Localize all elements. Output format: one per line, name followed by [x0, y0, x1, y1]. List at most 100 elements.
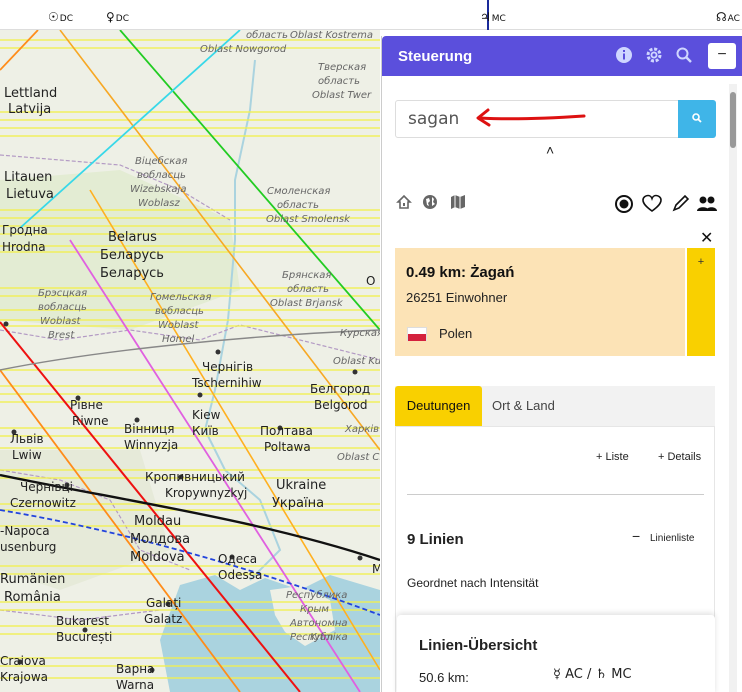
- map-label-kharkiv-obl: Oblast Ch: [337, 452, 380, 463]
- scrollbar-thumb[interactable]: [730, 92, 736, 148]
- map-label-lwiw: Lwiw: [12, 448, 42, 462]
- map-label-grodna: Гродна: [2, 223, 48, 237]
- overview-planet-angles: ☿ AC / ♄ MC: [553, 667, 632, 682]
- map-label-galatz: Galatz: [144, 612, 183, 626]
- map-label-lettland: Lettland: [4, 86, 58, 101]
- map-label-kharkiv-ua: Харків: [345, 424, 380, 435]
- mode-toolbar: [396, 194, 718, 220]
- city-dot: [197, 392, 203, 398]
- city-dot: [352, 369, 358, 375]
- map-label-varna-bg: Варна: [116, 662, 155, 676]
- map-label-odesa-ua: Одеса: [218, 552, 258, 566]
- map-label-kyiv-ua: Київ: [192, 424, 219, 438]
- map-label-kropyvnytskyi-ua: Кропивницький: [145, 470, 245, 484]
- map-label-moldau: Moldau: [134, 514, 182, 529]
- map-label-bryansk-ru: Брянская: [282, 270, 332, 281]
- collapse-caret-icon[interactable]: ˄: [546, 142, 554, 158]
- heart-icon[interactable]: [642, 194, 662, 219]
- jupiter-mc-marker[interactable]: ♃MC: [480, 10, 506, 24]
- close-result-button[interactable]: ✕: [700, 228, 713, 248]
- tab-ort-und-land[interactable]: Ort & Land: [492, 386, 555, 426]
- map-label-krajowa: Krajowa: [0, 670, 48, 684]
- search-submit-button[interactable]: [678, 100, 716, 138]
- map-label-brest-ru: Брэсцкая: [38, 288, 88, 299]
- map-label-m: M: [372, 562, 380, 576]
- pencil-icon[interactable]: [670, 194, 690, 219]
- map-icon[interactable]: [450, 194, 466, 215]
- map-label-vitebsk-de: Wizebskaja: [130, 184, 187, 195]
- map-label-belarus-ru2: Беларусь: [100, 266, 164, 281]
- add-details-button[interactable]: + Details: [658, 451, 701, 463]
- map-label-belgorod-ru: Белгород: [310, 382, 371, 396]
- map-label-napoca: -Napoca: [0, 524, 50, 538]
- map-label-brest-ru2: вобласць: [38, 302, 87, 313]
- map-label-winnyzja: Winnyzja: [124, 438, 179, 452]
- map-label-ukraine: Ukraine: [276, 478, 327, 493]
- red-arrow-annotation: [476, 108, 586, 127]
- panel-scrollbar[interactable]: [729, 84, 737, 692]
- search-icon[interactable]: [674, 46, 694, 66]
- astro-map-app: ☉DC ♀DC ♃MC ☊AC Lettland Latvija Litauen…: [0, 0, 742, 692]
- location-result-card[interactable]: 0.49 km: Żagań 26251 Einwohner Polen: [395, 248, 685, 356]
- tab-deutungen[interactable]: Deutungen: [395, 386, 482, 426]
- map-label-belgorod: Belgorod: [314, 398, 368, 412]
- map-label-bukarest: Bukarest: [56, 614, 109, 628]
- city-dot: [215, 349, 221, 355]
- result-title: 0.49 km: Żagań: [406, 264, 515, 281]
- map-label-poltawa: Poltawa: [264, 440, 311, 454]
- lines-sort-label: Geordnet nach Intensität: [407, 576, 539, 590]
- lines-list-link[interactable]: Linienliste: [650, 533, 694, 544]
- lines-overview-card: Linien-Übersicht 50.6 km: ☿ AC / ♄ MC: [397, 615, 715, 692]
- map-label-bucuresti: București: [56, 630, 113, 644]
- sun-dc-marker[interactable]: ☉DC: [48, 10, 73, 24]
- map-label-kursk-de: Oblast Ku: [333, 356, 380, 367]
- map-label-tver-ru2: область: [318, 76, 361, 87]
- map-label-galati-ro: Galați: [146, 596, 182, 610]
- map-label-smolensk-ru: Смоленская: [267, 186, 331, 197]
- control-panel: Steuerung − ˄: [381, 36, 742, 692]
- overview-distance: 50.6 km:: [419, 670, 469, 685]
- planet-line-strip: ☉DC ♀DC ♃MC ☊AC: [0, 0, 742, 30]
- collapse-lines-button[interactable]: −: [632, 528, 640, 544]
- map-label-brest-de: Woblast: [40, 316, 81, 327]
- map-label-rivne: Riwne: [72, 414, 109, 428]
- tab-content: + Liste + Details 9 Linien − Linienliste…: [395, 426, 715, 692]
- minimize-button[interactable]: −: [708, 43, 736, 69]
- map-label-lviv-ua: Львів: [10, 432, 44, 446]
- home-icon[interactable]: [396, 194, 412, 215]
- map-label-bryansk-de: Oblast Brjansk: [270, 298, 343, 309]
- panel-title: Steuerung: [398, 48, 473, 65]
- city-dot: [3, 321, 9, 327]
- target-icon[interactable]: [614, 194, 634, 219]
- map-label-tschernihiw: Tschernihiw: [192, 376, 262, 390]
- map-label-belarus-ru: Беларусь: [100, 248, 164, 263]
- globe-icon[interactable]: [422, 194, 438, 215]
- section-divider: [407, 494, 704, 495]
- map-label-homel-ru2: вобласць: [155, 306, 204, 317]
- overview-title: Linien-Übersicht: [419, 637, 538, 654]
- add-list-button[interactable]: + Liste: [596, 451, 629, 463]
- map-label-novgorod-ru: область: [246, 30, 289, 41]
- gear-icon[interactable]: [644, 46, 664, 66]
- map-label-tver-de: Oblast Twer: [312, 90, 372, 101]
- map-label-vitebsk-ru: Віцебская: [135, 156, 188, 167]
- map-label-kiew: Kiew: [192, 408, 221, 422]
- node-ac-marker[interactable]: ☊AC: [716, 10, 740, 24]
- map-label-vitebsk-de2: Woblasz: [138, 198, 180, 209]
- map-label-czernowitz: Czernowitz: [10, 496, 76, 510]
- map-label-krym-ua: Автономна: [290, 618, 348, 629]
- map-label-moldova-ro: Молдова: [130, 532, 191, 547]
- result-population: 26251 Einwohner: [406, 290, 508, 305]
- map-canvas[interactable]: Lettland Latvija Litauen Lietuva Гродна …: [0, 30, 380, 692]
- map-label-chernivtsi-ua: Чернівці: [20, 480, 73, 494]
- venus-dc-marker[interactable]: ♀DC: [106, 10, 129, 24]
- info-icon[interactable]: [614, 46, 634, 66]
- map-label-rumanien: Rumänien: [0, 572, 66, 587]
- city-dot: [357, 555, 363, 561]
- map-label-romania: România: [4, 590, 61, 605]
- map-label-o: O: [366, 274, 376, 288]
- users-icon[interactable]: [696, 194, 718, 219]
- map-label-smolensk-de: Oblast Smolensk: [266, 214, 350, 225]
- add-location-button[interactable]: +: [687, 248, 715, 356]
- map-label-homel-de: Woblast: [158, 320, 199, 331]
